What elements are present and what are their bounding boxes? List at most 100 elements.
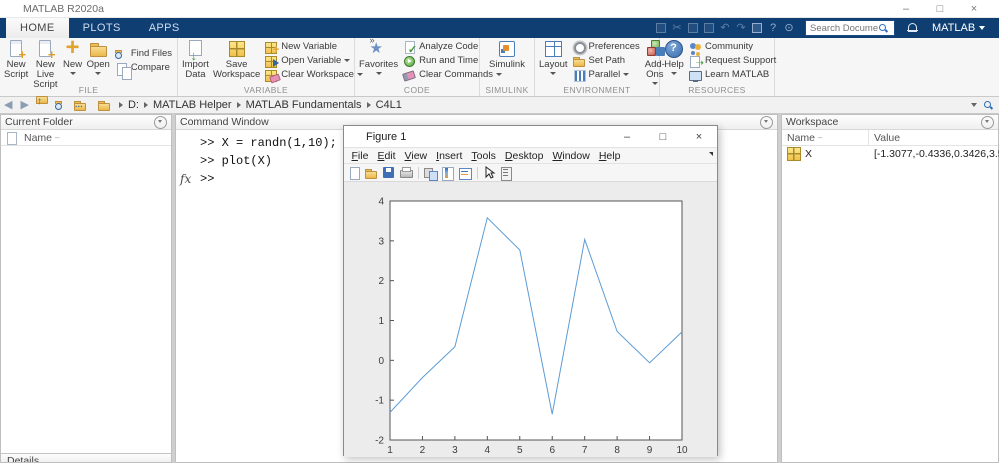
workspace-header: Workspace <box>782 115 998 130</box>
name-column-label: Name <box>787 131 816 144</box>
dropdown-arrow-icon <box>671 72 677 75</box>
fx-function-hint[interactable]: fx <box>180 170 200 188</box>
new-figure-icon[interactable] <box>348 166 362 180</box>
community-button[interactable]: Community <box>689 40 776 53</box>
set-path-button[interactable]: Set Path <box>572 54 640 67</box>
help-button[interactable]: Help <box>662 38 686 83</box>
documentation-search[interactable] <box>805 20 895 36</box>
figure-close-button[interactable]: × <box>681 127 717 147</box>
button-label: Run and Time <box>419 55 479 66</box>
figure-title-bar[interactable]: Figure 1 – □ × <box>344 126 717 159</box>
panel-menu-icon[interactable] <box>154 115 167 129</box>
menu-overflow-icon[interactable] <box>709 152 713 156</box>
desktop-window-icon[interactable] <box>751 22 763 34</box>
compare-button[interactable]: Compare <box>115 61 172 80</box>
new-variable-button[interactable]: New Variable <box>265 40 363 55</box>
menu-window[interactable]: Window <box>548 150 594 162</box>
save-figure-icon[interactable] <box>382 166 396 180</box>
open-variable-button[interactable]: Open Variable <box>265 54 363 68</box>
undo-icon[interactable]: ↶ <box>719 22 731 34</box>
workspace-row-X[interactable]: X [-1.3077,-0.4336,0.3426,3.5784,2... <box>782 146 999 162</box>
menu-tools[interactable]: Tools <box>467 150 501 162</box>
figure-minimize-button[interactable]: – <box>609 127 645 147</box>
panel-menu-icon[interactable] <box>981 115 994 129</box>
import-data-icon <box>185 39 205 62</box>
folder-search-icon[interactable] <box>983 100 993 110</box>
request-support-button[interactable]: Request Support <box>689 54 776 68</box>
breadcrumb-drive[interactable]: D: <box>128 99 139 111</box>
matlab-logo-icon <box>6 3 18 31</box>
menu-edit[interactable]: Edit <box>373 150 400 162</box>
tab-apps[interactable]: APPS <box>135 18 194 38</box>
simulink-button[interactable]: Simulink <box>482 38 532 83</box>
forward-icon[interactable]: ▶ <box>16 97 32 113</box>
copy-icon[interactable] <box>687 22 699 34</box>
find-files-button[interactable]: Find Files <box>114 47 172 60</box>
favorites-button[interactable]: Favorites <box>357 35 400 83</box>
command-prompt[interactable]: >> <box>200 170 214 188</box>
community-icon <box>689 41 702 53</box>
save-icon[interactable] <box>655 22 667 34</box>
new-button[interactable]: New <box>61 37 85 83</box>
menu-file[interactable]: File <box>347 150 373 162</box>
open-file-icon[interactable] <box>365 167 378 179</box>
minimize-button[interactable]: – <box>889 1 923 17</box>
layout-button[interactable]: Layout <box>537 38 570 83</box>
button-label: Learn MATLAB <box>705 69 770 80</box>
notifications-bell-icon[interactable] <box>907 22 918 34</box>
menu-desktop[interactable]: Desktop <box>500 150 548 162</box>
menu-view[interactable]: View <box>400 150 432 162</box>
breadcrumb-folder[interactable]: MATLAB Helper <box>153 99 232 111</box>
ribbon-section-variable: Import Data Save Workspace New Variable … <box>178 38 363 96</box>
search-input[interactable] <box>810 22 878 34</box>
insert-legend-icon[interactable] <box>458 166 472 180</box>
menu-insert[interactable]: Insert <box>432 150 467 162</box>
up-one-level-icon[interactable] <box>35 96 49 111</box>
property-inspector-icon[interactable] <box>500 166 514 181</box>
insert-colorbar-icon[interactable] <box>441 166 455 181</box>
new-live-script-button[interactable]: New Live Script <box>30 38 60 90</box>
line-plot[interactable]: 1 2 3 4 5 6 7 8 9 10 -2 -1 0 1 2 3 4 <box>344 182 717 457</box>
link-plot-icon[interactable] <box>424 166 438 181</box>
button-label: Parallel <box>588 69 621 80</box>
import-data-button[interactable]: Import Data <box>180 38 211 83</box>
learn-matlab-button[interactable]: Learn MATLAB <box>689 68 776 82</box>
workspace-column-header[interactable]: Name – Value <box>782 130 998 146</box>
browse-folder-icon[interactable] <box>54 99 68 111</box>
close-button[interactable]: × <box>957 1 991 17</box>
details-bar[interactable]: Details <box>1 453 171 462</box>
figure-window: Figure 1 – □ × File Edit View Insert Too… <box>343 125 718 457</box>
figure-maximize-button[interactable]: □ <box>645 127 681 147</box>
button-label: Community <box>705 41 754 52</box>
open-button[interactable]: Open <box>85 38 112 83</box>
breadcrumb-separator-icon <box>118 102 123 108</box>
maximize-button[interactable]: □ <box>923 1 957 17</box>
breadcrumb-folder[interactable]: MATLAB Fundamentals <box>246 99 362 111</box>
breadcrumb-folder[interactable]: C4L1 <box>376 99 402 111</box>
tab-home[interactable]: HOME <box>6 18 69 38</box>
figure-canvas[interactable]: 1 2 3 4 5 6 7 8 9 10 -2 -1 0 1 2 3 4 <box>344 182 717 457</box>
back-icon[interactable]: ◀ <box>0 97 16 113</box>
menu-help[interactable]: Help <box>594 150 625 162</box>
command-line: >> X = randn(1,10); <box>200 136 337 150</box>
search-icon[interactable] <box>878 23 888 33</box>
toolbar-options-icon[interactable]: ⊙ <box>783 22 795 34</box>
current-folder-column-header[interactable]: Name – <box>1 130 171 146</box>
clear-workspace-button[interactable]: Clear Workspace <box>265 68 363 82</box>
edit-plot-icon[interactable] <box>483 165 497 180</box>
parallel-button[interactable]: Parallel <box>573 68 640 82</box>
svg-text:4: 4 <box>485 445 491 456</box>
new-script-button[interactable]: New Script <box>2 38 30 83</box>
print-figure-icon[interactable] <box>399 166 413 180</box>
redo-icon[interactable]: ↷ <box>735 22 747 34</box>
save-workspace-button[interactable]: Save Workspace <box>211 38 262 83</box>
help-circle-icon[interactable]: ? <box>767 22 779 34</box>
account-menu[interactable]: MATLAB <box>932 22 986 34</box>
preferences-button[interactable]: Preferences <box>573 40 640 54</box>
recent-folders-icon[interactable] <box>73 99 87 111</box>
cut-icon[interactable]: ✂ <box>671 22 683 34</box>
address-dropdown-icon[interactable] <box>971 103 977 107</box>
paste-icon[interactable] <box>703 22 715 34</box>
panel-menu-icon[interactable] <box>760 115 773 129</box>
new-icon <box>63 37 83 59</box>
